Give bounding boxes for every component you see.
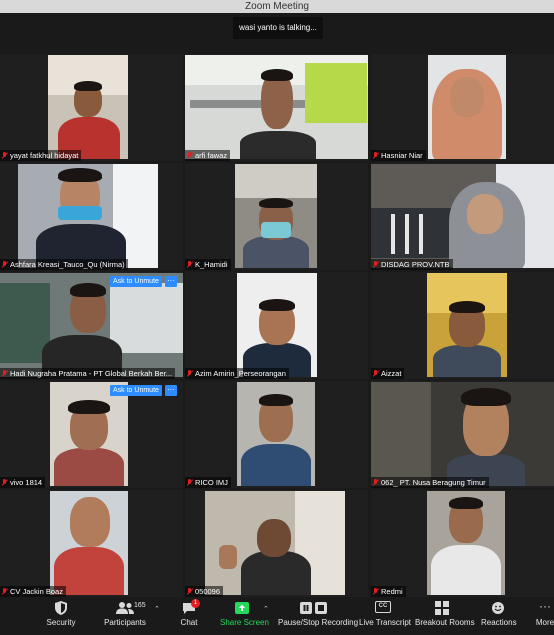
more-label: More xyxy=(535,618,554,627)
participant-video xyxy=(18,164,158,268)
pause-stop-icon xyxy=(300,602,327,614)
mic-muted-icon xyxy=(186,151,193,160)
participant-tile[interactable]: yayat fatkhul hidayat xyxy=(0,54,183,161)
mic-muted-icon xyxy=(186,260,193,269)
participant-video xyxy=(428,55,506,159)
share-caret-icon[interactable]: ⌃ xyxy=(263,605,269,613)
closed-caption-icon: CC xyxy=(375,601,391,613)
participant-name-tag: DISDAG PROV.NTB xyxy=(371,259,453,270)
participant-video xyxy=(237,273,317,377)
participants-button[interactable]: Participants 165 xyxy=(104,601,146,633)
participant-tile[interactable]: 062_ PT. Nusa Beragung Timur xyxy=(371,381,554,488)
share-screen-label: Share Screen xyxy=(220,618,269,627)
gallery-grid: yayat fatkhul hidayat arfi fawaz Hasniar… xyxy=(0,54,554,597)
participant-name-tag: Hadi Nugraha Pratama - PT Global Berkah … xyxy=(0,368,176,379)
participant-video xyxy=(185,55,368,159)
participant-name-tag: Aizzat xyxy=(371,368,405,379)
participant-video xyxy=(0,273,183,377)
participant-tile[interactable]: Ashfara Kreasi_Tauco_Qu (Nirma) xyxy=(0,163,183,270)
participant-tile[interactable]: Ask to Unmute ··· vivo 1814 xyxy=(0,381,183,488)
participant-tile[interactable]: Ask to Unmute ··· Hadi Nugraha Pratama -… xyxy=(0,272,183,379)
mic-muted-icon xyxy=(186,478,193,487)
participant-video xyxy=(237,382,315,486)
chat-label: Chat xyxy=(180,618,198,627)
breakout-rooms-button[interactable]: Breakout Rooms xyxy=(415,601,475,633)
participant-tile[interactable]: RICO IMJ xyxy=(185,381,368,488)
participant-video xyxy=(427,491,505,595)
participant-video xyxy=(50,382,128,486)
active-speaker-banner: wasi yanto is talking... xyxy=(233,17,323,39)
participant-tile[interactable]: DISDAG PROV.NTB xyxy=(371,163,554,270)
meeting-toolbar: Security Participants 165 ⌃ Chat 1 Share… xyxy=(0,597,554,635)
more-dots-icon: ··· xyxy=(539,599,551,613)
participant-video xyxy=(427,273,507,377)
ask-to-unmute-button[interactable]: Ask to Unmute xyxy=(110,276,162,287)
participant-name-tag: Azim Amirin_Perseorangan xyxy=(185,368,289,379)
participant-video xyxy=(371,164,554,268)
mic-muted-icon xyxy=(186,587,193,596)
mic-muted-icon xyxy=(1,151,8,160)
participants-count: 165 xyxy=(134,602,146,609)
smiley-icon xyxy=(492,602,504,614)
participant-name-tag: 050096 xyxy=(185,586,224,597)
recording-label: Pause/Stop Recording xyxy=(278,618,359,627)
participant-tile[interactable]: 050096 xyxy=(185,490,368,597)
shield-icon xyxy=(55,601,67,615)
participant-tile[interactable]: Azim Amirin_Perseorangan xyxy=(185,272,368,379)
zoom-window: Zoom Meeting wasi yanto is talking... ya… xyxy=(0,0,554,635)
participant-more-button[interactable]: ··· xyxy=(165,385,177,396)
participant-video xyxy=(235,164,317,268)
share-screen-icon xyxy=(235,602,249,614)
participants-caret-icon[interactable]: ⌃ xyxy=(154,605,160,613)
security-button[interactable]: Security xyxy=(42,601,80,633)
participant-name-tag: arfi fawaz xyxy=(185,150,231,161)
participant-more-button[interactable]: ··· xyxy=(165,276,177,287)
reactions-button[interactable]: Reactions xyxy=(481,601,517,633)
mic-muted-icon xyxy=(372,151,379,160)
chat-badge: 1 xyxy=(191,599,200,608)
participant-name-tag: CV Jackin Boaz xyxy=(0,586,66,597)
participant-name-tag: Ashfara Kreasi_Tauco_Qu (Nirma) xyxy=(0,259,128,270)
mic-muted-icon xyxy=(372,260,379,269)
participant-tile[interactable]: Hasniar Niar xyxy=(371,54,554,161)
participant-name-tag: vivo 1814 xyxy=(0,477,46,488)
participant-name-tag: Redmi xyxy=(371,586,406,597)
mic-muted-icon xyxy=(372,478,379,487)
participant-tile[interactable]: K_Hamidi xyxy=(185,163,368,270)
live-transcript-button[interactable]: CC Live Transcript xyxy=(359,601,411,633)
breakout-rooms-icon xyxy=(435,601,449,615)
participant-tile[interactable]: Redmi xyxy=(371,490,554,597)
chat-button[interactable]: Chat 1 xyxy=(176,599,202,633)
recording-button[interactable]: Pause/Stop Recording xyxy=(278,601,358,633)
participant-tile[interactable]: Aizzat xyxy=(371,272,554,379)
mic-muted-icon xyxy=(372,587,379,596)
mic-muted-icon xyxy=(186,369,193,378)
participant-name-tag: yayat fatkhul hidayat xyxy=(0,150,82,161)
participant-tile[interactable]: arfi fawaz xyxy=(185,54,368,161)
window-titlebar: Zoom Meeting xyxy=(0,0,554,13)
mic-muted-icon xyxy=(1,260,8,269)
breakout-rooms-label: Breakout Rooms xyxy=(415,618,475,627)
mic-muted-icon xyxy=(1,369,8,378)
participant-video xyxy=(371,382,554,486)
participant-name-tag: RICO IMJ xyxy=(185,477,231,488)
participant-name-tag: Hasniar Niar xyxy=(371,150,426,161)
live-transcript-label: Live Transcript xyxy=(359,618,412,627)
reactions-label: Reactions xyxy=(481,618,517,627)
mic-muted-icon xyxy=(1,587,8,596)
participant-video xyxy=(205,491,345,595)
people-icon xyxy=(116,602,134,614)
participants-label: Participants xyxy=(104,618,146,627)
mic-muted-icon xyxy=(1,478,8,487)
participant-name-tag: 062_ PT. Nusa Beragung Timur xyxy=(371,477,489,488)
more-button[interactable]: ··· More xyxy=(534,599,554,633)
ask-to-unmute-button[interactable]: Ask to Unmute xyxy=(110,385,162,396)
participant-video xyxy=(48,55,128,159)
security-label: Security xyxy=(46,618,76,627)
participant-tile[interactable]: CV Jackin Boaz xyxy=(0,490,183,597)
share-screen-button[interactable]: Share Screen xyxy=(220,601,269,633)
mic-muted-icon xyxy=(372,369,379,378)
participant-video xyxy=(50,491,128,595)
participant-name-tag: K_Hamidi xyxy=(185,259,231,270)
